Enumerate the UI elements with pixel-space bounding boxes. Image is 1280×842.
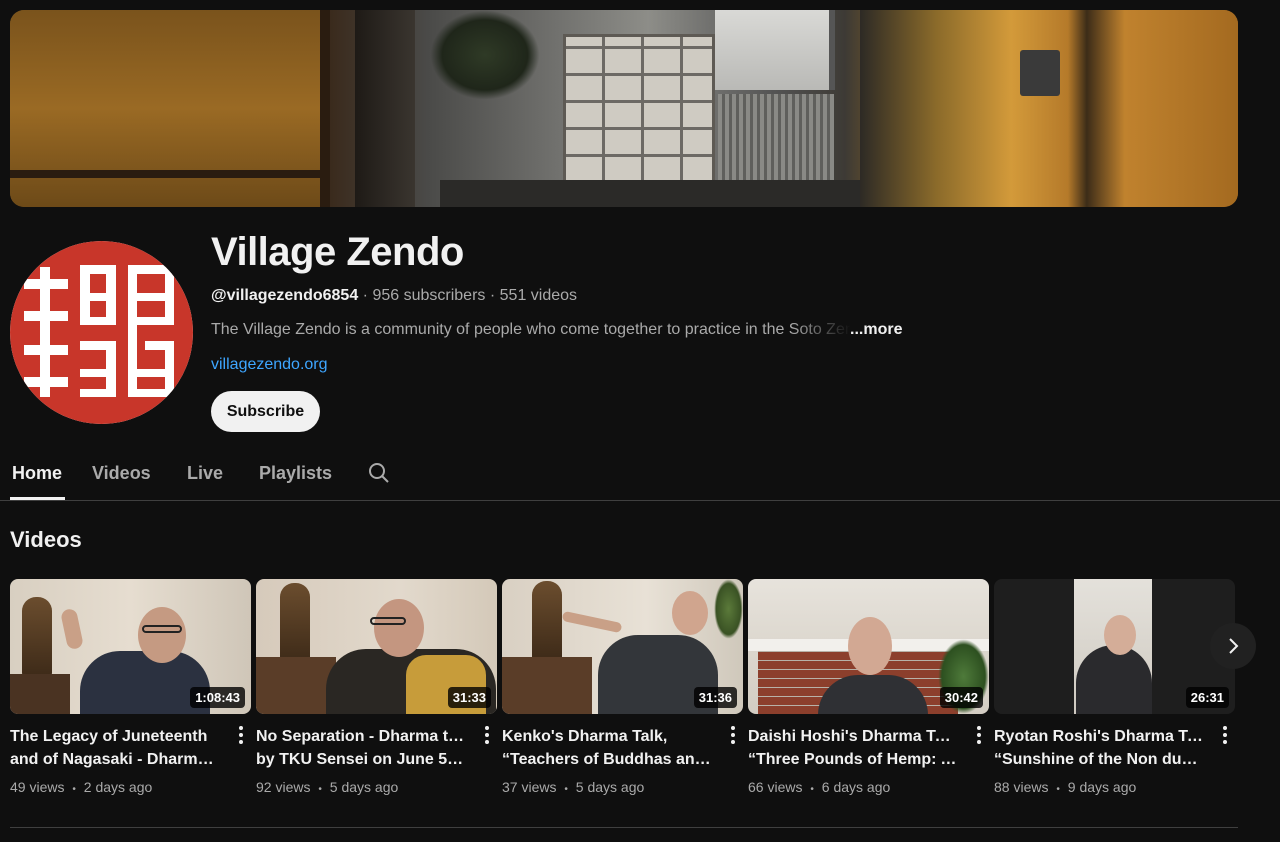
active-tab-indicator: [10, 497, 65, 500]
video-stats: 92 views • 5 days ago: [256, 779, 399, 795]
channel-name: Village Zendo: [211, 230, 464, 274]
seal-logo: [10, 241, 193, 424]
video-thumbnail[interactable]: 31:36: [502, 579, 743, 714]
search-icon[interactable]: [367, 461, 391, 485]
video-thumbnail[interactable]: 1:08:43: [10, 579, 251, 714]
video-title[interactable]: The Legacy of Juneteenth and of Nagasaki…: [10, 725, 220, 771]
video-thumbnail[interactable]: 31:33: [256, 579, 497, 714]
video-title[interactable]: Ryotan Roshi's Dharma Talk, “Sunshine of…: [994, 725, 1204, 771]
view-count: 66 views: [748, 779, 803, 795]
video-duration: 26:31: [1185, 687, 1229, 708]
more-description-link[interactable]: ...more: [850, 321, 902, 339]
video-title[interactable]: No Separation - Dharma talk by TKU Sense…: [256, 725, 466, 771]
more-vert-icon[interactable]: [1217, 725, 1233, 745]
video-thumbnail[interactable]: 26:31: [994, 579, 1235, 714]
tab-videos[interactable]: Videos: [92, 463, 151, 484]
more-vert-icon[interactable]: [479, 725, 495, 745]
channel-description[interactable]: The Village Zendo is a community of peop…: [211, 321, 851, 339]
more-vert-icon[interactable]: [971, 725, 987, 745]
more-vert-icon[interactable]: [233, 725, 249, 745]
upload-age: 5 days ago: [329, 779, 399, 795]
video-duration: 1:08:43: [190, 687, 245, 708]
more-vert-icon[interactable]: [725, 725, 741, 745]
view-count: 49 views: [10, 779, 65, 795]
carousel-next-button[interactable]: [1210, 623, 1256, 669]
video-count: 551 videos: [499, 287, 578, 304]
chevron-right-icon: [1229, 638, 1239, 654]
video-stats: 37 views • 5 days ago: [502, 779, 645, 795]
view-count: 37 views: [502, 779, 557, 795]
video-thumbnail[interactable]: 30:42: [748, 579, 989, 714]
video-duration: 31:33: [447, 687, 491, 708]
video-duration: 30:42: [939, 687, 983, 708]
meta-separator: ·: [489, 287, 496, 304]
upload-age: 9 days ago: [1067, 779, 1137, 795]
channel-tabs: Home Videos Live Playlists: [0, 449, 1280, 501]
video-title[interactable]: Kenko's Dharma Talk, “Teachers of Buddha…: [502, 725, 712, 771]
channel-banner: [10, 10, 1238, 207]
channel-avatar[interactable]: [10, 241, 193, 424]
section-divider: [10, 827, 1238, 828]
video-stats: 88 views • 9 days ago: [994, 779, 1137, 795]
video-stats: 66 views • 6 days ago: [748, 779, 891, 795]
video-duration: 31:36: [693, 687, 737, 708]
section-title: Videos: [10, 527, 82, 552]
upload-age: 6 days ago: [821, 779, 891, 795]
meta-separator: ·: [362, 287, 368, 304]
video-card[interactable]: 26:31 Ryotan Roshi's Dharma Talk, “Sunsh…: [994, 579, 1235, 795]
upload-age: 2 days ago: [83, 779, 153, 795]
video-card[interactable]: 1:08:43 The Legacy of Juneteenth and of …: [10, 579, 251, 795]
video-stats: 49 views • 2 days ago: [10, 779, 153, 795]
tab-live[interactable]: Live: [187, 463, 223, 484]
video-card[interactable]: 30:42 Daishi Hoshi's Dharma Talk, “Three…: [748, 579, 989, 795]
subscriber-count: 956 subscribers: [372, 287, 486, 304]
channel-handle: @villagezendo6854: [211, 287, 359, 304]
view-count: 88 views: [994, 779, 1049, 795]
channel-meta: @villagezendo6854 · 956 subscribers · 55…: [211, 287, 577, 305]
tab-home[interactable]: Home: [12, 463, 62, 484]
view-count: 92 views: [256, 779, 311, 795]
tab-playlists[interactable]: Playlists: [259, 463, 332, 484]
upload-age: 5 days ago: [575, 779, 645, 795]
video-title[interactable]: Daishi Hoshi's Dharma Talk, “Three Pound…: [748, 725, 958, 771]
video-card[interactable]: 31:36 Kenko's Dharma Talk, “Teachers of …: [502, 579, 743, 795]
video-card[interactable]: 31:33 No Separation - Dharma talk by TKU…: [256, 579, 497, 795]
subscribe-button[interactable]: Subscribe: [211, 391, 320, 432]
channel-website-link[interactable]: villagezendo.org: [211, 356, 328, 374]
